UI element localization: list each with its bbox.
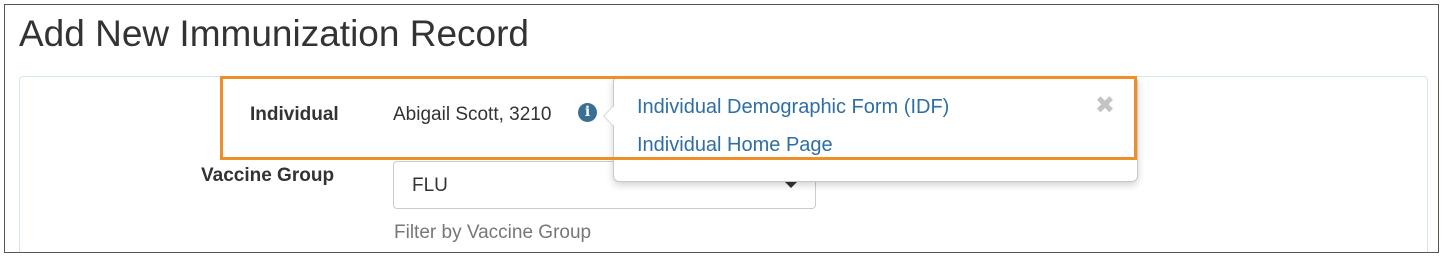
individual-popover: Individual Demographic Form (IDF) Indivi… <box>603 76 1138 182</box>
info-icon[interactable]: i <box>578 103 597 122</box>
link-individual-demographic-form[interactable]: Individual Demographic Form (IDF) <box>637 95 949 119</box>
vaccine-group-selected-value: FLU <box>412 175 448 196</box>
individual-label: Individual <box>250 104 339 125</box>
vaccine-group-help-text: Filter by Vaccine Group <box>394 222 592 243</box>
individual-value: Abigail Scott, 3210 <box>393 104 552 125</box>
popover-arrow <box>603 105 614 127</box>
page-title: Add New Immunization Record <box>19 13 529 54</box>
link-individual-home-page[interactable]: Individual Home Page <box>637 133 833 157</box>
vaccine-group-label: Vaccine Group <box>201 165 335 186</box>
close-icon[interactable]: ✖ <box>1095 94 1115 118</box>
chevron-down-icon <box>785 182 797 188</box>
